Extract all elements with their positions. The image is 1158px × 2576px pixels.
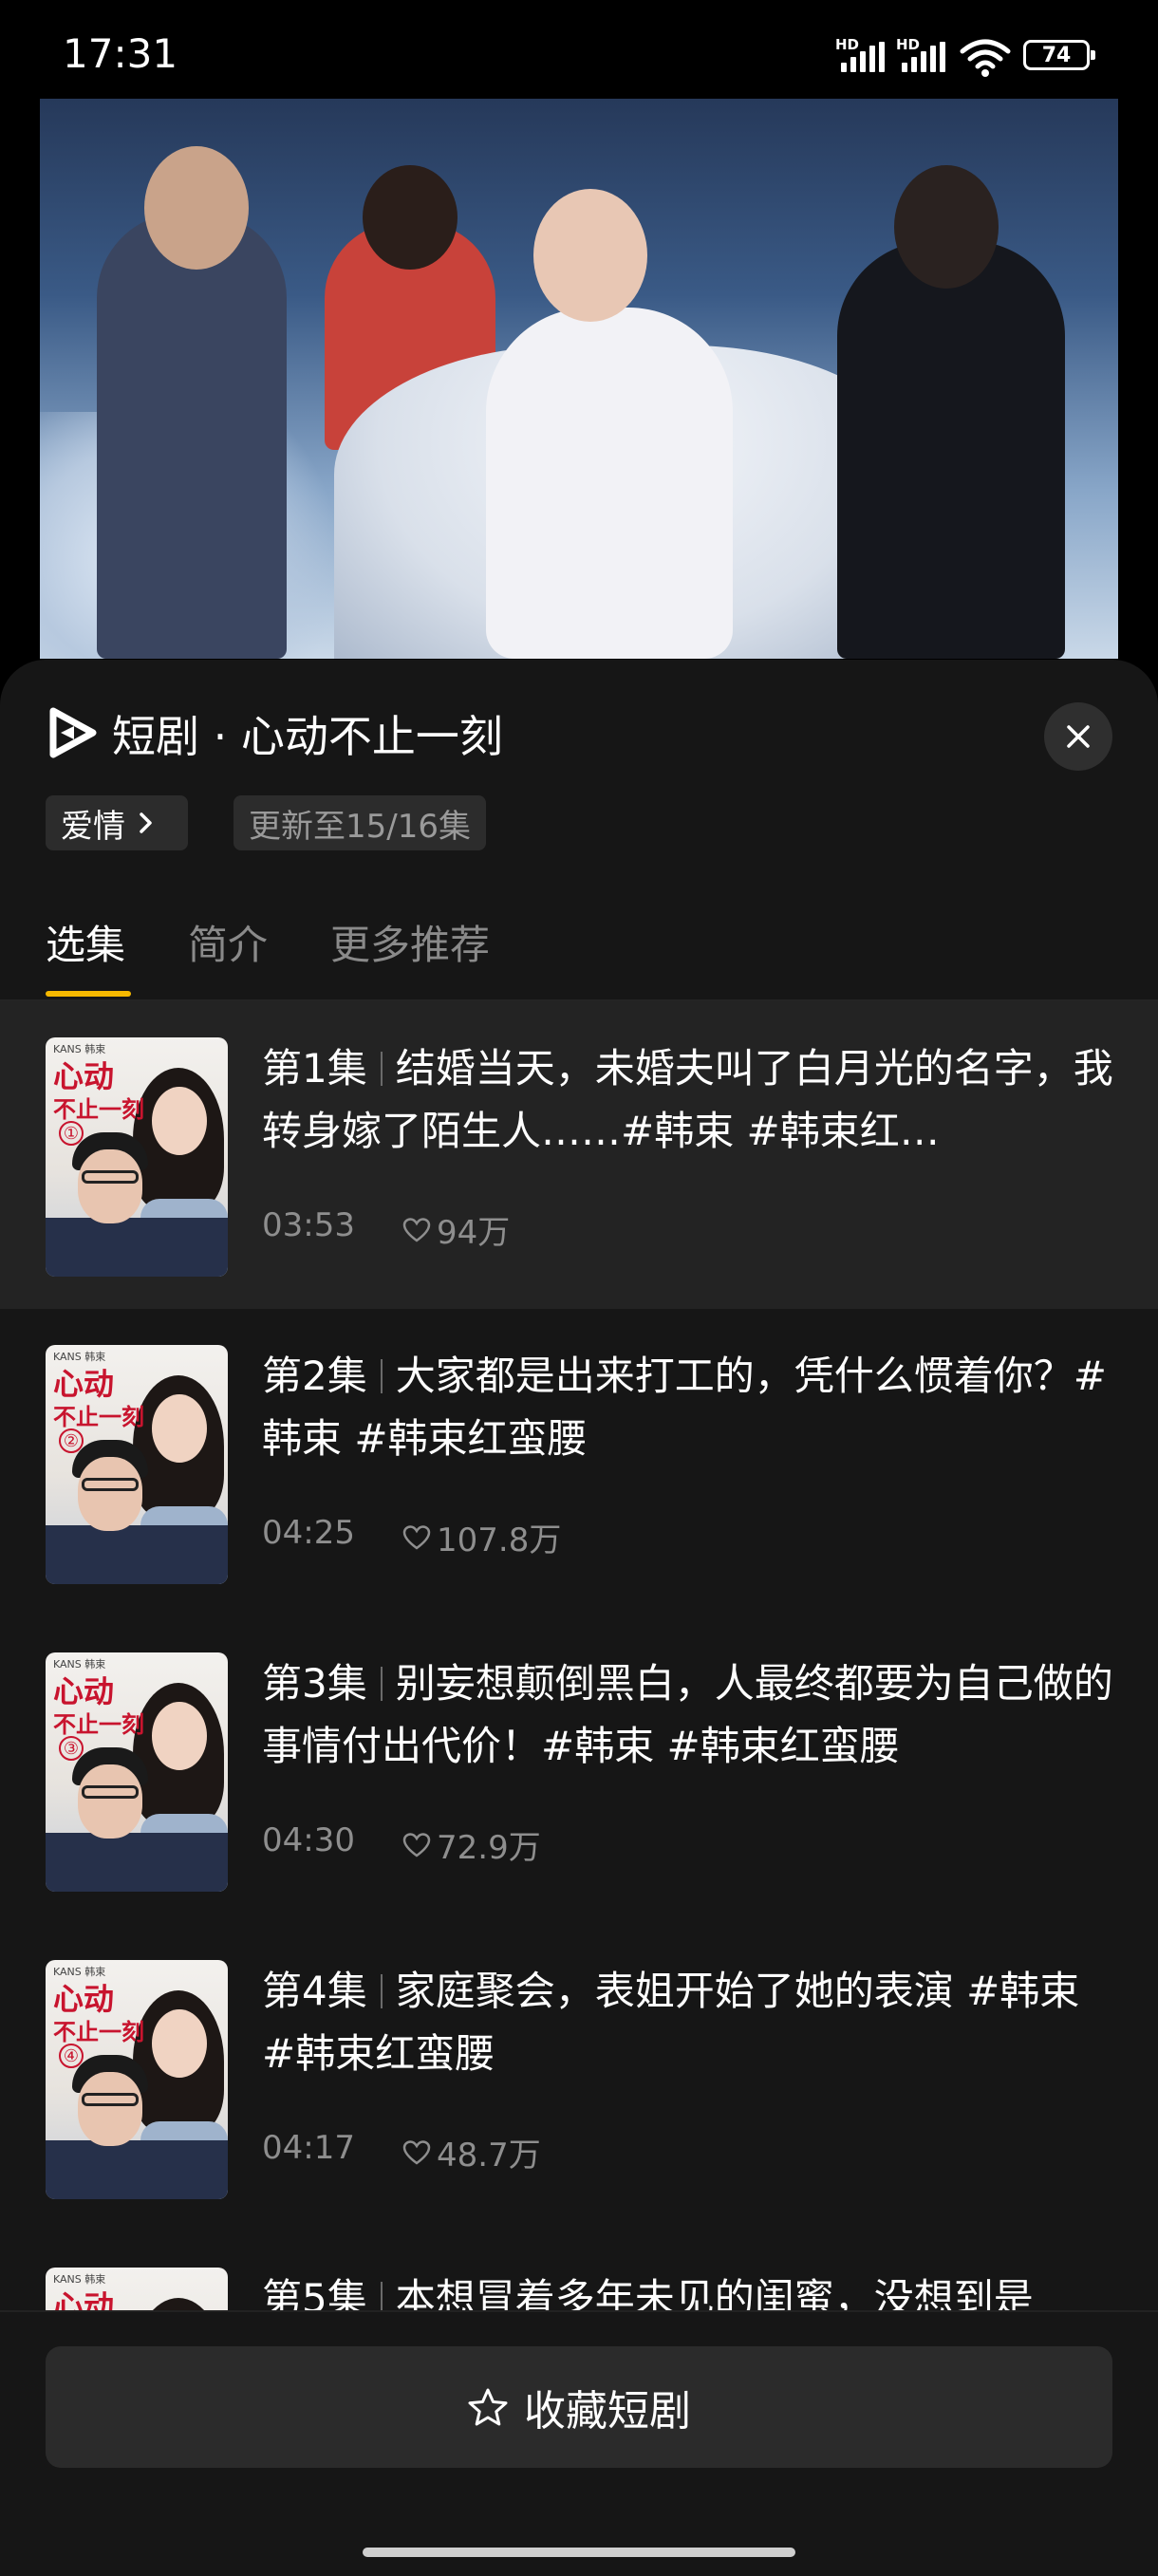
episode-likes: 107.8万	[402, 1514, 561, 1560]
episode-title: 第1集 结婚当天，未婚夫叫了白月光的名字，我转身嫁了陌生人……#韩束 #韩束红…	[262, 1037, 1116, 1163]
status-time: 17:31	[63, 30, 178, 77]
poster-episode-number: ③	[59, 1736, 84, 1761]
episode-description: 家庭聚会，表姐开始了她的表演 #韩束 #韩束红蛮腰	[262, 1968, 1080, 2077]
wifi-icon	[960, 39, 1011, 77]
episode-likes: 72.9万	[402, 1821, 541, 1868]
poster-title: 不止一刻	[53, 1095, 144, 1123]
scene-person	[894, 165, 999, 289]
scene-person	[837, 241, 1065, 659]
episode-duration: 04:30	[262, 1821, 355, 1859]
chevron-right-icon	[140, 812, 152, 833]
scene-person	[97, 213, 287, 659]
likes-count: 107.8万	[437, 1521, 562, 1559]
poster-title: 不止一刻	[53, 1710, 144, 1738]
drama-title-name: 心动不止一刻	[240, 711, 503, 762]
video-player[interactable]	[40, 99, 1118, 659]
poster-episode-number: ①	[59, 1121, 84, 1146]
heart-icon	[402, 1524, 431, 1550]
poster-title: 不止一刻	[53, 2018, 144, 2045]
scene-bride	[533, 189, 647, 322]
favorite-drama-button[interactable]: 收藏短剧	[46, 2346, 1112, 2468]
episode-likes: 48.7万	[402, 2129, 541, 2175]
poster-episode-number: ④	[59, 2044, 84, 2068]
episode-item[interactable]: KANS 韩束 心动 不止一刻 ④ 第4集 家庭聚会，表姐开始了她的表演 #韩束 …	[0, 1924, 1158, 2231]
episode-thumbnail: KANS 韩束 心动 不止一刻 ②	[46, 1345, 228, 1584]
separator	[380, 1974, 383, 2008]
episode-duration: 04:17	[262, 2129, 355, 2167]
heart-icon	[402, 1217, 431, 1242]
episode-duration: 03:53	[262, 1206, 355, 1244]
likes-count: 72.9万	[437, 1829, 541, 1867]
separator	[380, 1359, 383, 1393]
episode-label: 第3集	[262, 1660, 367, 1707]
separator	[380, 1667, 383, 1701]
episode-description: 结婚当天，未婚夫叫了白月光的名字，我转身嫁了陌生人……#韩束 #韩束红…	[262, 1045, 1113, 1154]
episode-thumbnail: KANS 韩束 心动 不止一刻 ④	[46, 1960, 228, 2199]
likes-count: 48.7万	[437, 2137, 541, 2175]
episode-thumbnail: KANS 韩束 心动 不止一刻 ③	[46, 1652, 228, 1892]
star-icon	[468, 2388, 508, 2426]
genre-tag-label: 爱情	[61, 807, 125, 846]
signal-icon	[902, 42, 945, 72]
heart-icon	[402, 1832, 431, 1857]
episode-duration: 04:25	[262, 1514, 355, 1552]
episode-title: 第4集 家庭聚会，表姐开始了她的表演 #韩束 #韩束红蛮腰	[262, 1960, 1116, 2085]
episode-label: 第1集	[262, 1045, 367, 1092]
home-indicator[interactable]	[363, 2548, 795, 2557]
episode-label: 第4集	[262, 1968, 367, 2014]
episode-description: 大家都是出来打工的，凭什么惯着你？#韩束 #韩束红蛮腰	[262, 1353, 1107, 1462]
genre-tag[interactable]: 爱情	[46, 795, 188, 850]
heart-icon	[402, 2139, 431, 2165]
tab-synopsis[interactable]: 简介	[188, 913, 268, 971]
separator	[380, 1052, 383, 1086]
episode-item[interactable]: KANS 韩束 心动 不止一刻 ③ 第3集 别妄想颠倒黑白，人最终都要为自己做的事…	[0, 1616, 1158, 1924]
episode-label: 第2集	[262, 1353, 367, 1399]
episode-likes: 94万	[402, 1206, 510, 1253]
likes-count: 94万	[437, 1214, 511, 1252]
status-bar: 17:31 HD HD 74	[0, 0, 1158, 104]
close-button[interactable]	[1044, 702, 1112, 771]
drama-title: 短剧 · 心动不止一刻	[112, 702, 503, 765]
scene-person	[144, 146, 249, 270]
episode-description: 别妄想颠倒黑白，人最终都要为自己做的事情付出代价！#韩束 #韩束红蛮腰	[262, 1660, 1113, 1769]
episode-title: 第2集 大家都是出来打工的，凭什么惯着你？#韩束 #韩束红蛮腰	[262, 1345, 1116, 1470]
signal-icon	[841, 42, 885, 72]
update-status-badge: 更新至15/16集	[233, 795, 486, 850]
episode-item[interactable]: KANS 韩束 心动 不止一刻 ① 第1集 结婚当天，未婚夫叫了白月光的名字，我转…	[0, 1001, 1158, 1309]
favorite-drama-label: 收藏短剧	[524, 2387, 691, 2436]
tab-episodes[interactable]: 选集	[46, 913, 125, 971]
poster-episode-number: ②	[59, 1428, 84, 1453]
active-tab-indicator	[46, 991, 131, 997]
episode-title: 第3集 别妄想颠倒黑白，人最终都要为自己做的事情付出代价！#韩束 #韩束红蛮腰	[262, 1652, 1116, 1778]
poster-title: 不止一刻	[53, 1403, 144, 1430]
short-drama-logo-icon	[49, 707, 97, 758]
tab-more-recommendations[interactable]: 更多推荐	[330, 913, 490, 971]
episode-item[interactable]: KANS 韩束 心动 不止一刻 ② 第2集 大家都是出来打工的，凭什么惯着你？#韩…	[0, 1309, 1158, 1616]
scene-person	[363, 165, 458, 270]
close-icon	[1067, 725, 1090, 748]
episode-thumbnail: KANS 韩束 心动 不止一刻 ①	[46, 1037, 228, 1277]
battery-icon: 74	[1023, 40, 1095, 70]
scene-bride	[486, 308, 733, 659]
drama-title-prefix: 短剧 ·	[112, 711, 241, 762]
